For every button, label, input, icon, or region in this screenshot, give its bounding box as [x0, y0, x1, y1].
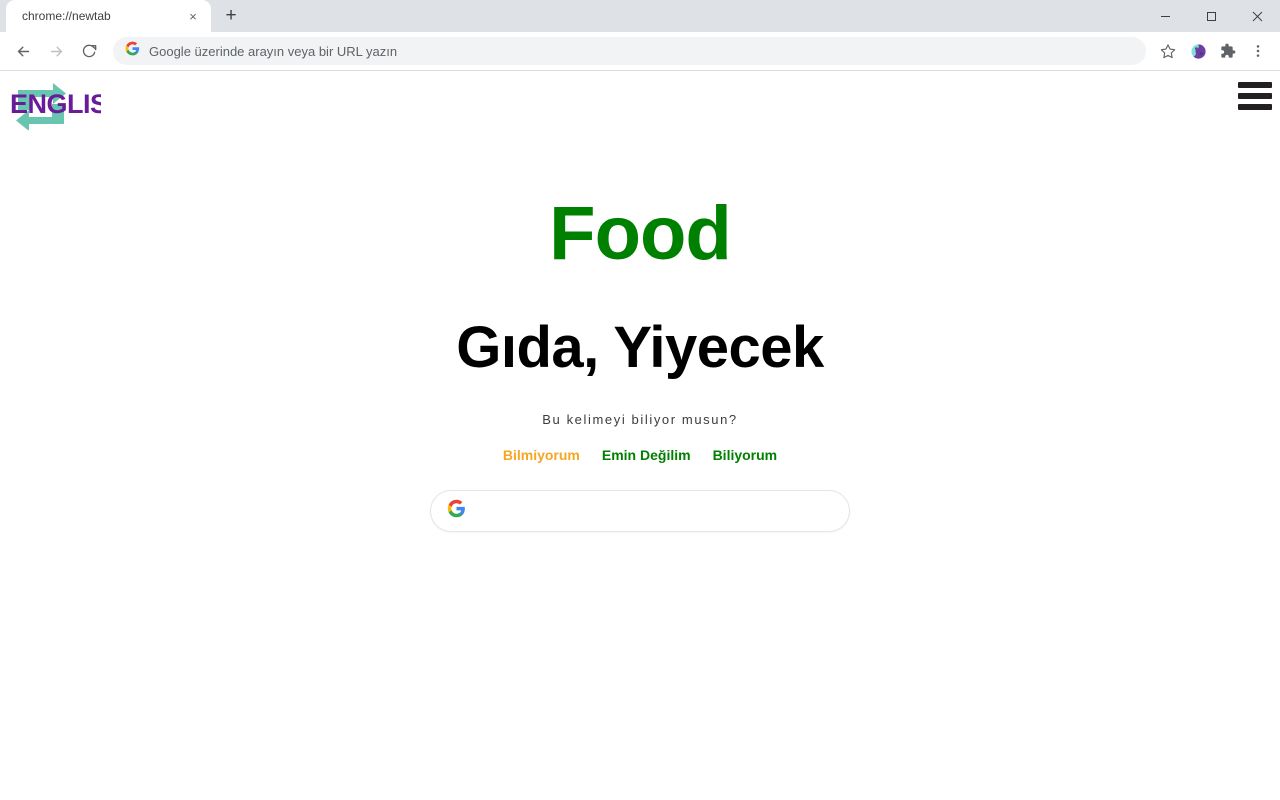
minimize-icon[interactable]: [1142, 0, 1188, 32]
omnibox-placeholder: Google üzerinde arayın veya bir URL yazı…: [149, 43, 398, 59]
google-g-icon-omnibox: [125, 41, 140, 61]
answer-not-sure[interactable]: Emin Değilim: [602, 447, 691, 463]
search-input[interactable]: [478, 502, 833, 519]
flashcard-content: Food Gıda, Yiyecek Bu kelimeyi biliyor m…: [0, 194, 1280, 532]
search-area: [0, 489, 1280, 532]
browser-tab[interactable]: chrome://newtab ×: [6, 0, 211, 32]
word-turkish: Gıda, Yiyecek: [456, 314, 824, 380]
knowledge-question: Bu kelimeyi biliyor musun?: [542, 411, 738, 427]
star-icon[interactable]: [1154, 37, 1182, 65]
google-search-box[interactable]: [430, 489, 850, 532]
puzzle-piece-icon[interactable]: [1214, 37, 1242, 65]
reload-icon[interactable]: [74, 36, 104, 66]
site-header: ENGLISH: [0, 71, 1280, 136]
maximize-icon[interactable]: [1188, 0, 1234, 32]
globe-extension-icon[interactable]: [1184, 37, 1212, 65]
hamburger-bar: [1238, 93, 1272, 99]
back-arrow-icon[interactable]: [8, 36, 38, 66]
site-logo[interactable]: ENGLISH: [6, 78, 127, 131]
tab-close-icon[interactable]: ×: [183, 6, 203, 26]
answer-know[interactable]: Biliyorum: [713, 447, 778, 463]
tab-title: chrome://newtab: [22, 9, 111, 23]
answer-dont-know[interactable]: Bilmiyorum: [503, 447, 580, 463]
hamburger-bar: [1238, 82, 1272, 88]
word-english: Food: [549, 191, 732, 276]
svg-text:ENGLISH: ENGLISH: [10, 89, 101, 119]
omnibox[interactable]: Google üzerinde arayın veya bir URL yazı…: [113, 37, 1146, 65]
hamburger-menu-icon[interactable]: [1238, 81, 1272, 111]
google-g-icon: [447, 499, 466, 523]
browser-titlebar: chrome://newtab × +: [0, 0, 1280, 32]
new-tab-button[interactable]: +: [217, 2, 245, 30]
hamburger-bar: [1238, 104, 1272, 110]
browser-window: chrome://newtab × + Google üzerinde aray…: [0, 0, 1280, 800]
browser-toolbar: Google üzerinde arayın veya bir URL yazı…: [0, 32, 1280, 70]
answer-options: Bilmiyorum Emin Değilim Biliyorum: [0, 447, 1280, 463]
page-content: ENGLISH Food Gıda, Yiyecek Bu kelimeyi b…: [0, 71, 1280, 800]
forward-arrow-icon[interactable]: [41, 36, 71, 66]
window-controls: [1142, 0, 1280, 32]
close-icon[interactable]: [1234, 0, 1280, 32]
three-dot-menu-icon[interactable]: [1244, 37, 1272, 65]
